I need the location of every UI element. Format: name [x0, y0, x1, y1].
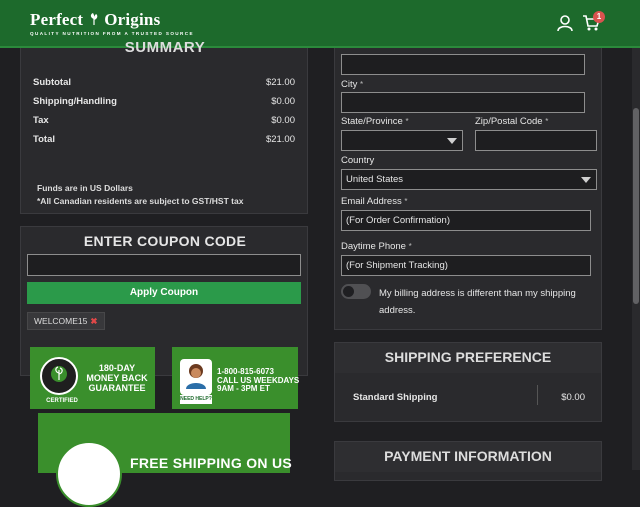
currency-note: Funds are in US Dollars — [37, 183, 133, 193]
phone-input[interactable]: (For Shipment Tracking) — [341, 255, 591, 276]
support-agent-image — [180, 359, 212, 395]
country-select[interactable]: United States — [341, 169, 597, 190]
guarantee-seal-text: CERTIFIED — [34, 397, 90, 406]
free-shipping-banner: FREE SHIPPING ON US — [38, 413, 293, 507]
free-shipping-text: FREE SHIPPING ON US — [130, 455, 293, 471]
scrollbar-thumb[interactable] — [633, 108, 639, 304]
shipping-preference-panel: SHIPPING PREFERENCE Standard Shipping $0… — [334, 342, 602, 422]
coupon-input[interactable] — [27, 254, 301, 276]
guarantee-line2: MONEY BACK — [86, 373, 148, 383]
chevron-down-icon — [581, 177, 591, 183]
user-icon[interactable] — [556, 14, 574, 32]
zip-label: Zip/Postal Code * — [475, 116, 549, 127]
billing-address-toggle[interactable] — [341, 284, 371, 299]
guarantee-line1: 180-DAY — [98, 363, 136, 373]
address-field[interactable] — [341, 54, 585, 75]
chevron-down-icon — [447, 138, 457, 144]
summary-row: Subtotal $21.00 — [33, 77, 295, 88]
payment-information-panel: PAYMENT INFORMATION — [334, 441, 602, 481]
cart-count-badge: 1 — [593, 11, 605, 23]
logo[interactable]: Perfect Origins QUALITY NUTRITION FROM A… — [30, 10, 194, 36]
phone-label: Daytime Phone * — [341, 241, 412, 252]
summary-row-total: Total $21.00 — [33, 134, 295, 145]
shipping-option[interactable]: Standard Shipping $0.00 — [335, 377, 603, 421]
leaf-icon — [90, 13, 98, 25]
state-select[interactable] — [341, 130, 463, 151]
city-input[interactable] — [341, 92, 585, 113]
tax-note: *All Canadian residents are subject to G… — [37, 196, 244, 206]
shipping-option-price: $0.00 — [561, 392, 585, 403]
free-shipping-seal — [56, 441, 122, 507]
apply-coupon-button[interactable]: Apply Coupon — [27, 282, 301, 304]
cart-icon[interactable]: 1 — [582, 11, 605, 32]
applied-coupon-tag: WELCOME15 ✖ — [27, 312, 105, 330]
logo-tagline: QUALITY NUTRITION FROM A TRUSTED SOURCE — [30, 31, 194, 36]
order-summary: SUMMARY Subtotal $21.00 Shipping/Handling… — [20, 39, 308, 214]
guarantee-line3: GUARANTEE — [88, 383, 146, 393]
state-label: State/Province * — [341, 116, 409, 127]
city-label: City * — [341, 79, 364, 90]
remove-coupon-icon[interactable]: ✖ — [90, 316, 97, 326]
coupon-title: ENTER COUPON CODE — [83, 233, 247, 249]
phone-number: 1-800-815-6073 CALL US WEEKDAYS 9AM - 3P… — [217, 367, 300, 393]
guarantee-seal — [40, 357, 78, 395]
zip-input[interactable] — [475, 130, 597, 151]
summary-title: SUMMARY — [124, 39, 206, 56]
payment-information-title: PAYMENT INFORMATION — [335, 442, 601, 472]
logo-text-right: Origins — [104, 10, 161, 29]
phone-support-banner[interactable]: NEED HELP? 1-800-815-6073 CALL US WEEKDA… — [172, 347, 300, 409]
scrollbar[interactable] — [632, 48, 640, 470]
shipping-option-name: Standard Shipping — [353, 392, 438, 403]
shipping-preference-title: SHIPPING PREFERENCE — [335, 343, 601, 373]
billing-address-toggle-label: My billing address is different than my … — [379, 288, 576, 316]
applied-coupon-code: WELCOME15 — [34, 316, 88, 326]
email-label: Email Address * — [341, 196, 408, 207]
country-label: Country — [341, 155, 375, 166]
guarantee-banner: CERTIFIED 180-DAY MONEY BACK GUARANTEE — [30, 347, 155, 409]
email-input[interactable]: (For Order Confirmation) — [341, 210, 591, 231]
need-help-tag: NEED HELP? — [180, 395, 212, 404]
summary-row: Shipping/Handling $0.00 — [33, 96, 295, 107]
summary-row: Tax $0.00 — [33, 115, 295, 126]
logo-text-left: Perfect — [30, 10, 84, 29]
shipping-form: City * State/Province * Zip/Postal Code … — [334, 48, 602, 330]
